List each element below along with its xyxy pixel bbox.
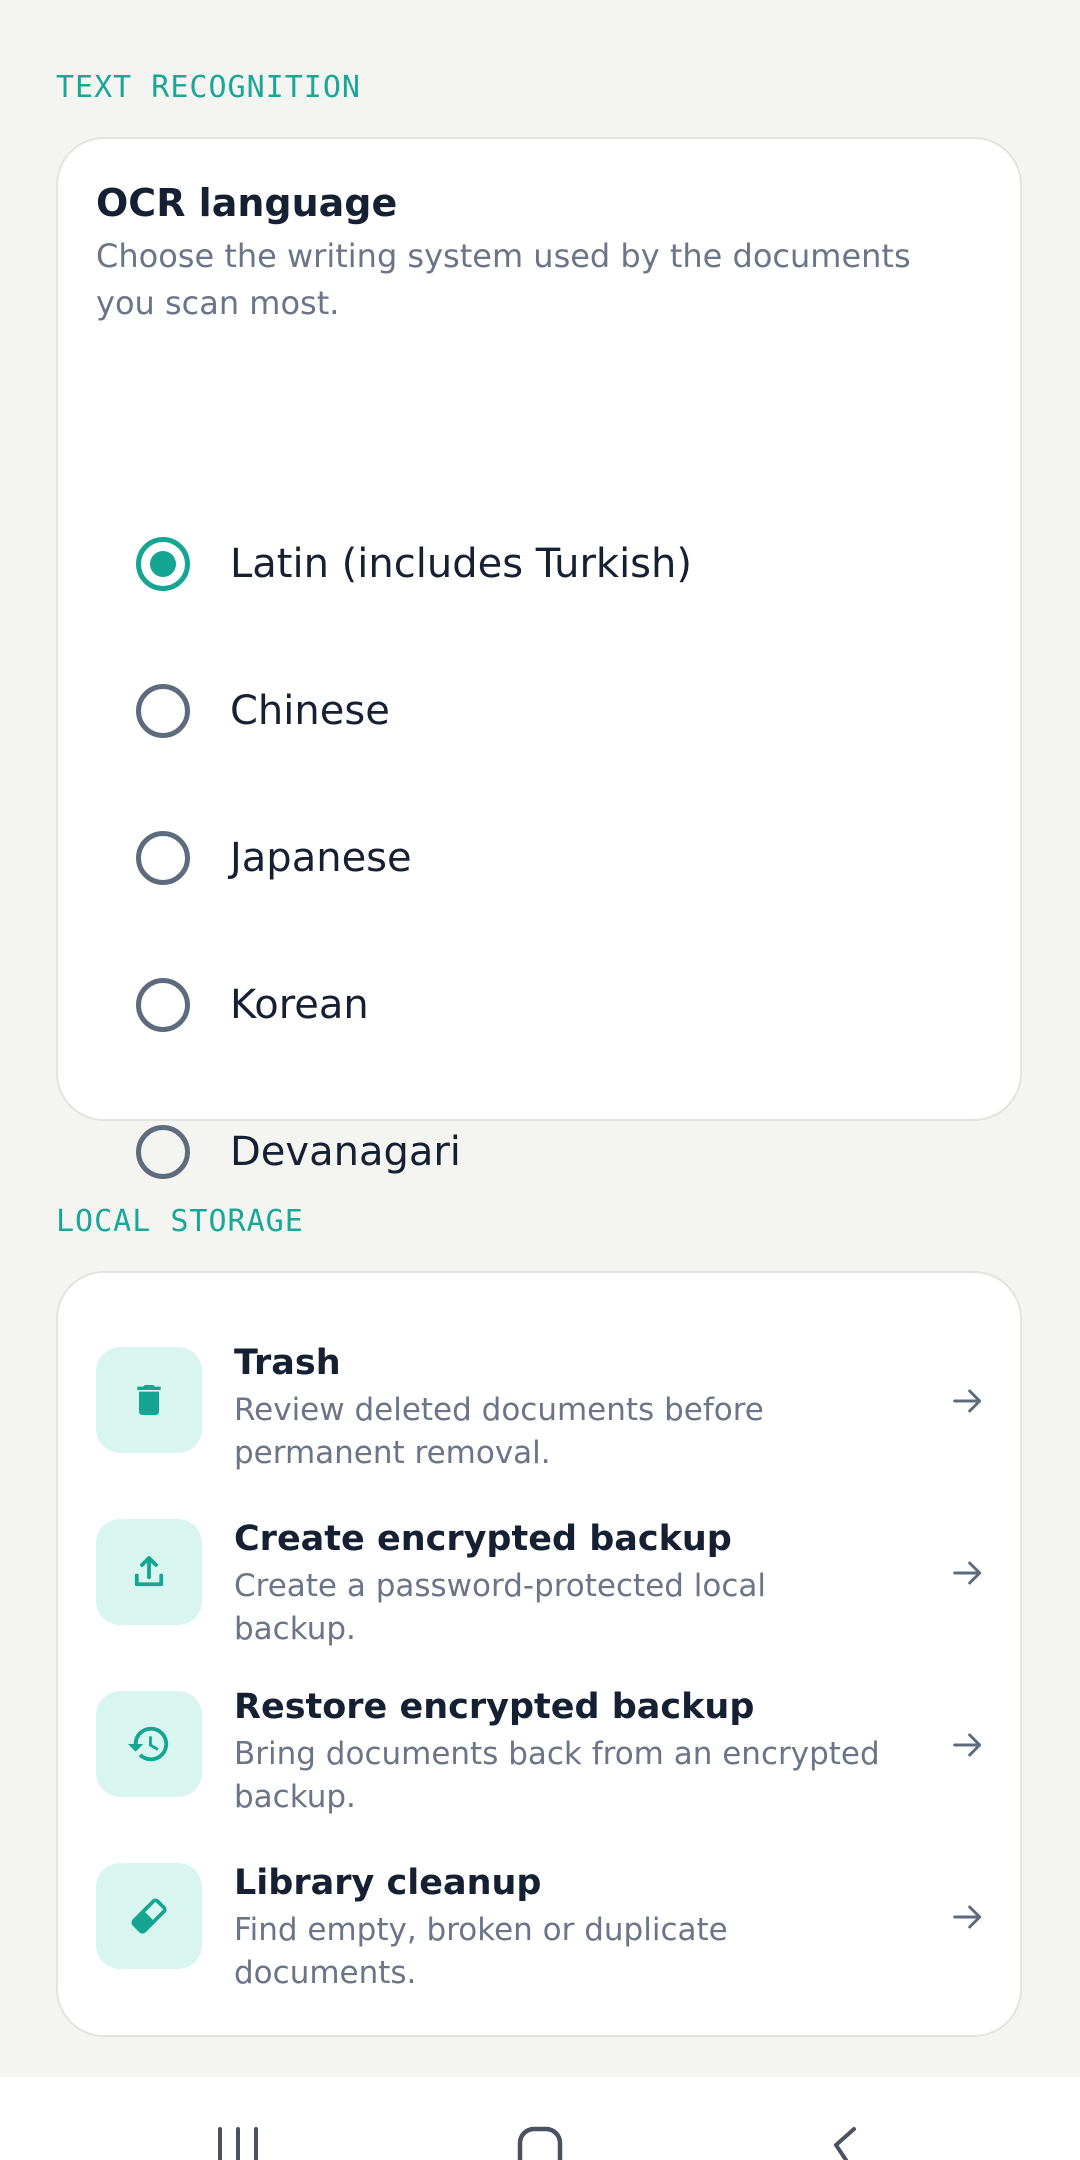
system-navigation-bar [0,2077,1080,2160]
radio-option-japanese[interactable]: Japanese [58,784,1020,931]
storage-item-title: Library cleanup [234,1863,542,1903]
trash-icon [96,1347,202,1453]
radio-option-label: Devanagari [230,1128,461,1175]
storage-item-create-backup[interactable]: Create encrypted backup Create a passwor… [58,1505,1020,1655]
arrow-right-icon [953,1389,982,1413]
storage-item-title: Trash [234,1343,341,1383]
restore-history-icon [96,1691,202,1797]
radio-option-latin[interactable]: Latin (includes Turkish) [58,490,1020,637]
upload-icon [96,1519,202,1625]
arrow-right-icon [953,1561,982,1585]
radio-option-label: Chinese [230,687,390,734]
storage-item-title: Restore encrypted backup [234,1687,755,1727]
radio-unchecked-icon[interactable] [136,977,190,1032]
radio-option-devanagari[interactable]: Devanagari [58,1078,1020,1225]
radio-option-label: Japanese [230,834,412,881]
storage-item-restore-backup[interactable]: Restore encrypted backup Bring documents… [58,1677,1020,1827]
radio-option-chinese[interactable]: Chinese [58,637,1020,784]
eraser-icon [96,1863,202,1969]
radio-option-label: Latin (includes Turkish) [230,540,692,587]
back-icon[interactable] [824,2125,860,2160]
ocr-language-description: Choose the writing system used by the do… [96,237,911,322]
arrow-right-icon [953,1905,982,1929]
storage-item-description: Bring documents back from an encrypted b… [234,1736,880,1815]
storage-item-library-cleanup[interactable]: Library cleanup Find empty, broken or du… [58,1849,1020,1999]
radio-option-korean[interactable]: Korean [58,931,1020,1078]
storage-item-description: Create a password-protected local backup… [234,1568,767,1647]
arrow-right-icon [953,1733,982,1757]
ocr-language-title: OCR language [96,181,398,225]
section-label-text-recognition: TEXT RECOGNITION [56,70,361,105]
radio-checked-icon[interactable] [136,536,190,591]
storage-item-trash[interactable]: Trash Review deleted documents before pe… [58,1333,1020,1483]
radio-unchecked-icon[interactable] [136,1124,190,1179]
storage-item-description: Find empty, broken or duplicate document… [234,1912,728,1991]
ocr-language-card: OCR language Choose the writing system u… [56,137,1022,1179]
storage-item-description: Review deleted documents before permanen… [234,1392,764,1471]
recent-apps-icon[interactable] [216,2125,260,2160]
radio-unchecked-icon[interactable] [136,830,190,885]
home-icon[interactable] [516,2125,564,2160]
radio-unchecked-icon[interactable] [136,683,190,738]
local-storage-card: Trash Review deleted documents before pe… [56,1271,1022,2037]
radio-option-label: Korean [230,981,369,1028]
storage-item-title: Create encrypted backup [234,1519,732,1559]
section-label-local-storage: LOCAL STORAGE [56,1204,304,1239]
